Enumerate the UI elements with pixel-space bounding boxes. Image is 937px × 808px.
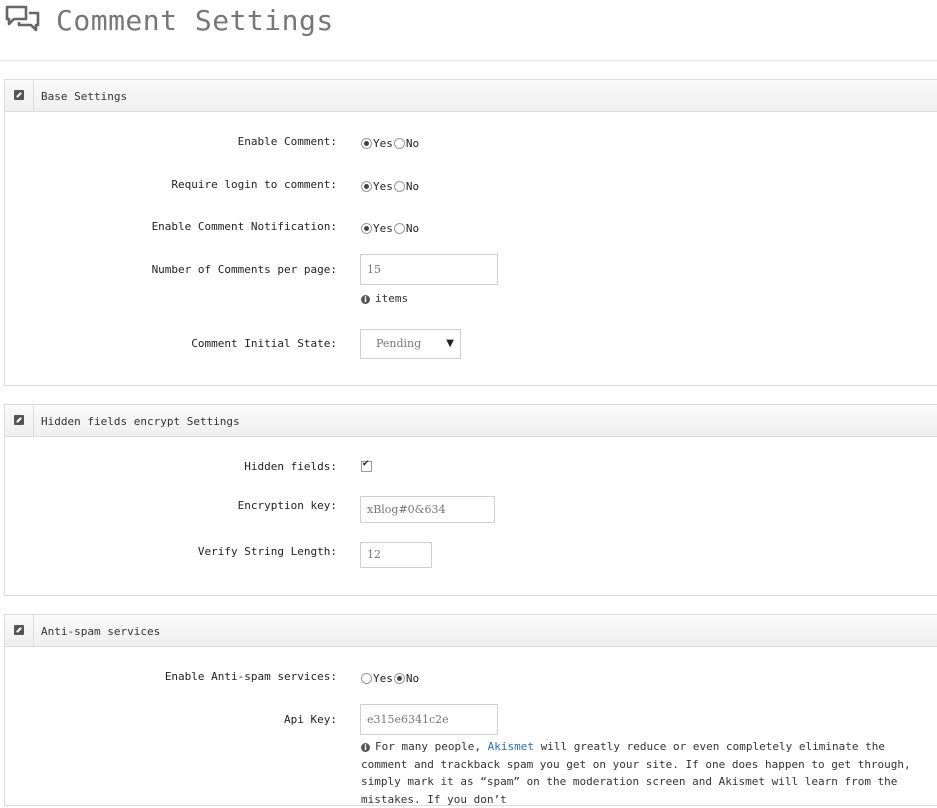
dropdown-arrow-icon: ▼ xyxy=(446,338,454,349)
anti-spam-header: Anti-spam services xyxy=(5,615,937,647)
comments-per-page-help-text: items xyxy=(375,292,409,305)
api-key-input[interactable]: e315e6341c2e xyxy=(360,704,498,735)
enable-anti-spam-radios: Yes No xyxy=(361,671,420,685)
initial-state-value: Pending xyxy=(376,337,422,350)
anti-spam-panel: Anti-spam services Enable Anti-spam serv… xyxy=(4,614,937,806)
comments-per-page-input[interactable]: 15 xyxy=(360,254,498,285)
enable-anti-spam-label: Enable Anti-spam services: xyxy=(164,670,337,683)
base-settings-panel: Base Settings Enable Comment: Yes No Requ… xyxy=(4,79,937,386)
enable-notification-label: Enable Comment Notification: xyxy=(151,220,337,233)
hidden-fields-checkbox[interactable] xyxy=(361,459,372,472)
verify-length-input[interactable]: 12 xyxy=(360,542,432,568)
enable-notification-no-radio[interactable] xyxy=(393,222,405,234)
base-settings-header: Base Settings xyxy=(5,80,937,112)
anti-spam-help: i For many people, Akismet will greatly r… xyxy=(361,738,911,808)
base-settings-title: Base Settings xyxy=(41,90,128,103)
require-login-no-radio[interactable] xyxy=(393,180,405,192)
comments-per-page-help: i items xyxy=(361,292,408,305)
no-label: No xyxy=(405,671,420,685)
info-icon: i xyxy=(361,294,370,304)
initial-state-label: Comment Initial State: xyxy=(191,337,337,350)
hidden-fields-label: Hidden fields: xyxy=(244,460,337,473)
enable-comment-radios: Yes No xyxy=(361,136,420,150)
yes-label: Yes xyxy=(373,671,393,685)
page-title: Comment Settings xyxy=(56,4,334,37)
page-header: Comment Settings xyxy=(0,0,937,61)
hidden-fields-header: Hidden fields encrypt Settings xyxy=(5,405,937,437)
collapse-icon[interactable] xyxy=(5,615,34,646)
enable-comment-label: Enable Comment: xyxy=(237,135,337,148)
hidden-fields-panel: Hidden fields encrypt Settings Hidden fi… xyxy=(4,404,937,596)
require-login-radios: Yes No xyxy=(361,179,420,193)
anti-spam-help-before: For many people, xyxy=(375,740,488,753)
api-key-label: Api Key: xyxy=(284,713,337,726)
encryption-key-label: Encryption key: xyxy=(237,499,337,512)
no-label: No xyxy=(405,221,420,235)
require-login-label: Require login to comment: xyxy=(171,178,337,191)
yes-label: Yes xyxy=(373,221,393,235)
comments-per-page-label: Number of Comments per page: xyxy=(151,263,337,276)
anti-spam-title: Anti-spam services xyxy=(41,625,161,638)
verify-length-label: Verify String Length: xyxy=(197,545,337,558)
enable-notification-radios: Yes No xyxy=(361,221,420,235)
info-icon: i xyxy=(361,742,370,752)
akismet-link[interactable]: Akismet xyxy=(488,740,534,753)
enable-anti-spam-no-radio[interactable] xyxy=(393,672,405,684)
yes-label: Yes xyxy=(373,136,393,150)
hidden-fields-title: Hidden fields encrypt Settings xyxy=(41,415,240,428)
encryption-key-input[interactable]: xBlog#0&634 xyxy=(360,496,495,523)
enable-anti-spam-yes-radio[interactable] xyxy=(361,672,372,684)
enable-comment-no-radio[interactable] xyxy=(393,137,405,149)
require-login-yes-radio[interactable] xyxy=(361,180,372,192)
collapse-icon[interactable] xyxy=(5,405,34,436)
initial-state-select[interactable]: Pending ▼ xyxy=(360,329,461,359)
enable-notification-yes-radio[interactable] xyxy=(361,222,372,234)
enable-comment-yes-radio[interactable] xyxy=(361,137,372,149)
no-label: No xyxy=(405,179,420,193)
comments-icon xyxy=(5,5,40,32)
no-label: No xyxy=(405,136,420,150)
yes-label: Yes xyxy=(373,179,393,193)
collapse-icon[interactable] xyxy=(5,80,34,111)
